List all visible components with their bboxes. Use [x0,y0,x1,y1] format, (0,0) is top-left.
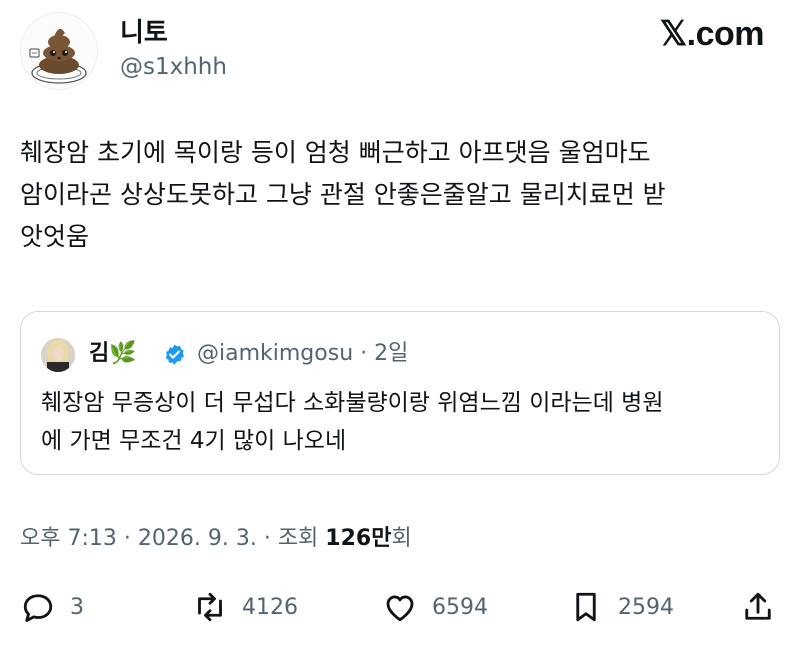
avatar-poop-character-icon [21,13,97,89]
like-count: 6594 [432,594,488,620]
like-button[interactable]: 6594 [382,584,488,630]
separator-dot: · [353,341,375,366]
views-label: 조회 [277,526,319,551]
quote-text: 췌장암 무증상이 더 무섭다 소화불량이랑 위염느낌 이라는데 병원 에 가면 … [41,390,664,454]
views-count: 126만 [325,526,392,551]
reply-icon [23,594,53,622]
tweet-meta: 오후 7:13 · 2026. 9. 3. · 조회 126만회 [20,522,412,556]
tweet-text: 췌장암 초기에 목이랑 등이 엄청 뻐근하고 아프댓음 울엄마도 암이라곤 상상… [20,138,666,251]
share-button[interactable] [740,584,776,630]
separator-dot: · [256,526,278,551]
retweet-button[interactable]: 4126 [192,584,298,630]
x-brand-logo: 𝕏.com [659,15,765,53]
reply-count: 3 [70,594,84,620]
avatar[interactable] [20,12,98,90]
bookmark-icon [576,592,596,622]
retweet-count: 4126 [242,594,298,620]
user-handle[interactable]: @s1xhhh [120,52,227,82]
tweet-time[interactable]: 오후 7:13 [20,526,117,551]
reply-button[interactable]: 3 [20,584,84,630]
tweet-date[interactable]: 2026. 9. 3. [138,526,257,551]
bookmark-button[interactable]: 2594 [568,584,674,630]
retweet-icon [198,592,222,622]
quote-avatar[interactable] [41,338,75,372]
bookmark-count: 2594 [618,594,674,620]
tweet-actions-bar: 3 4126 6594 2594 [20,584,790,630]
quote-handle[interactable]: @iamkimgosu [197,341,353,366]
verified-badge-icon [165,344,185,365]
quote-time[interactable]: 2일 [374,341,408,366]
display-name[interactable]: 니토 [120,16,168,50]
separator-dot: · [116,526,138,551]
like-icon [386,595,414,622]
views-suffix: 회 [391,526,412,551]
quote-avatar-photo-icon [41,338,75,372]
quote-tweet-card[interactable]: 김🌿 @iamkimgosu · 2일 췌장암 무증상이 더 무섭다 소화불량이… [20,311,780,475]
share-icon [745,592,771,620]
quote-meta: @iamkimgosu · 2일 [197,337,408,371]
quote-display-name[interactable]: 김🌿 [89,337,137,371]
